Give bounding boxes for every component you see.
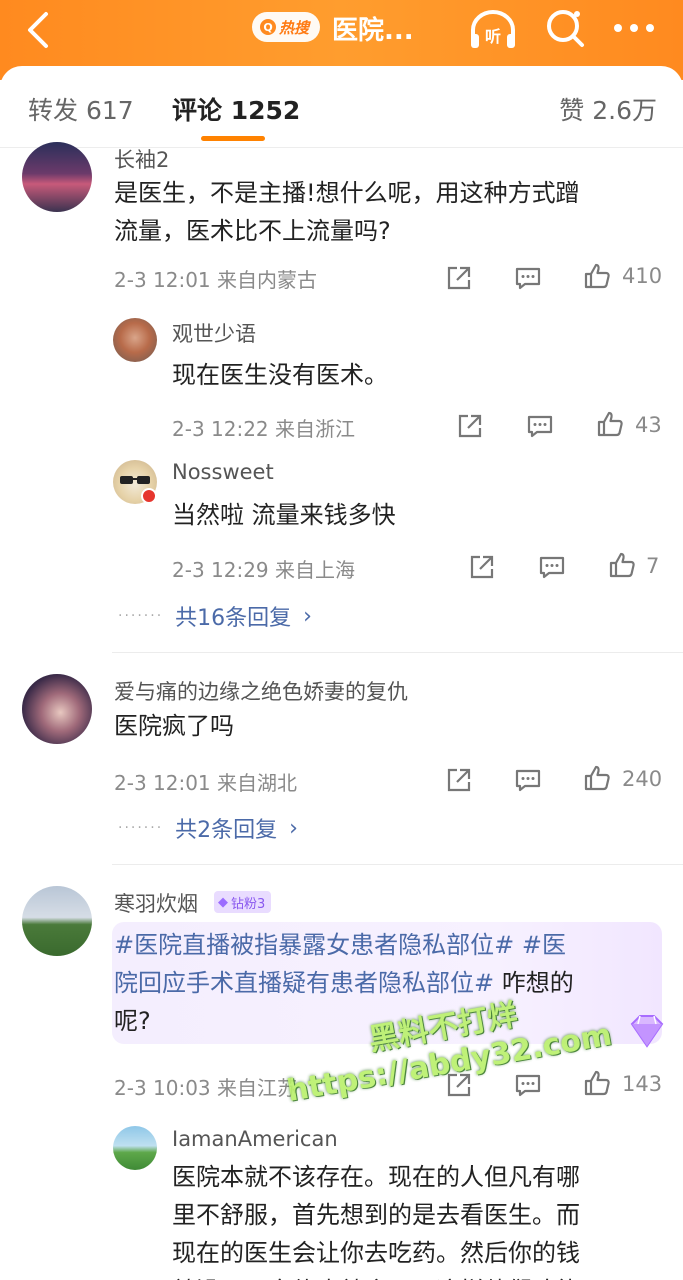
- fan-badge-label: 钻粉3: [231, 896, 266, 912]
- comment-username[interactable]: 爱与痛的边缘之绝色娇妻的复仇: [114, 676, 408, 706]
- reply-text: 现在医生没有医术。: [172, 361, 388, 389]
- dotted-line: ·······: [118, 608, 164, 624]
- like-thumb-icon[interactable]: [583, 764, 611, 792]
- reply-meta: 2-3 12:29 来自上海: [172, 558, 356, 582]
- like-count: 43: [635, 413, 662, 437]
- like-thumb-icon[interactable]: [583, 262, 611, 290]
- avatar[interactable]: [22, 142, 92, 212]
- avatar[interactable]: [22, 886, 92, 956]
- sunglasses-icon: [120, 476, 150, 484]
- reply-icon[interactable]: [514, 766, 542, 794]
- reply-icon[interactable]: [526, 412, 554, 440]
- more-replies-label: 共16条回复: [175, 606, 292, 631]
- hashtag-link[interactable]: #医院直播被指暴露女患者隐私部位#: [114, 931, 514, 959]
- comment-text: 是医生，不是主播!想什么呢，用这种方式蹭 流量，医术比不上流量吗?: [114, 174, 580, 250]
- search-small-icon: Q: [260, 19, 276, 35]
- diamond-decoration-icon: [630, 1015, 664, 1048]
- dotted-line: ·······: [118, 820, 164, 836]
- reply-text: 医院本就不该存在。现在的人但凡有哪 里不舒服，首先想到的是去看医生。而 现在的医…: [172, 1158, 580, 1280]
- reply-username[interactable]: 观世少语: [172, 318, 256, 348]
- divider: [112, 864, 683, 865]
- svg-text:听: 听: [485, 27, 501, 46]
- comment-username[interactable]: 长袖2: [114, 144, 169, 174]
- reply-icon[interactable]: [514, 264, 542, 292]
- fan-level-badge: ◆ 钻粉3: [214, 891, 272, 913]
- comment-text-line: #医院直播被指暴露女患者隐私部位# #医: [114, 926, 574, 964]
- reply-username[interactable]: IamanAmerican: [172, 1127, 338, 1151]
- tab-bar: 转发 617 评论 1252 赞 2.6万: [0, 66, 683, 148]
- hot-search-label: 热搜: [279, 18, 310, 37]
- tab-repost[interactable]: 转发 617: [28, 91, 134, 127]
- diamond-icon: ◆: [218, 894, 228, 910]
- like-count: 410: [622, 264, 663, 288]
- more-options-icon[interactable]: [612, 18, 656, 38]
- reply-icon[interactable]: [538, 553, 566, 581]
- hot-search-badge[interactable]: Q 热搜: [252, 12, 320, 42]
- active-tab-indicator: [201, 136, 265, 141]
- share-icon[interactable]: [445, 766, 473, 794]
- reply-text-line: 现在的医生会让你去吃药。然后你的钱: [172, 1239, 580, 1267]
- like-thumb-icon[interactable]: [608, 551, 636, 579]
- hashtag-link[interactable]: #医: [514, 931, 566, 959]
- tab-likes[interactable]: 赞 2.6万: [559, 91, 657, 127]
- comment-text: 医院疯了吗: [114, 712, 234, 740]
- reply-text: 当然啦 流量来钱多快: [172, 501, 396, 529]
- like-count: 143: [622, 1072, 663, 1096]
- back-arrow-icon[interactable]: [22, 10, 54, 50]
- comment-meta: 2-3 10:03 来自江苏: [114, 1076, 298, 1100]
- reply-meta: 2-3 12:22 来自浙江: [172, 417, 356, 441]
- comment-text-line: 流量，医术比不上流量吗?: [114, 217, 391, 245]
- more-replies-label: 共2条回复: [175, 818, 278, 843]
- listen-headphones-icon[interactable]: 听: [468, 8, 518, 52]
- tab-comments[interactable]: 评论 1252: [172, 91, 300, 127]
- like-count: 240: [622, 767, 663, 791]
- reply-text-line: 医院本就不该存在。现在的人但凡有哪: [172, 1163, 580, 1191]
- verified-badge-icon: [141, 488, 157, 504]
- comment-meta: 2-3 12:01 来自内蒙古: [114, 268, 318, 292]
- chevron-right-icon: ›: [289, 815, 298, 841]
- like-thumb-icon[interactable]: [596, 410, 624, 438]
- more-replies-link[interactable]: ······· 共2条回复 ›: [118, 812, 298, 844]
- page-title[interactable]: 医院...: [332, 10, 414, 47]
- avatar[interactable]: [113, 1126, 157, 1170]
- share-icon[interactable]: [468, 553, 496, 581]
- comment-text-line: 是医生，不是主播!想什么呢，用这种方式蹭: [114, 179, 580, 207]
- share-icon[interactable]: [456, 412, 484, 440]
- avatar[interactable]: [113, 318, 157, 362]
- comment-meta: 2-3 12:01 来自湖北: [114, 771, 298, 795]
- comment-text-line: 院回应手术直播疑有患者隐私部位# 咋想的: [114, 964, 574, 1002]
- like-thumb-icon[interactable]: [583, 1069, 611, 1097]
- like-count: 7: [646, 554, 660, 578]
- avatar[interactable]: [22, 674, 92, 744]
- divider: [112, 652, 683, 653]
- comment-username[interactable]: 寒羽炊烟: [114, 888, 198, 918]
- reply-username[interactable]: Nossweet: [172, 460, 274, 484]
- reply-icon[interactable]: [514, 1071, 542, 1099]
- search-icon[interactable]: [544, 6, 588, 50]
- chevron-right-icon: ›: [303, 603, 312, 629]
- more-replies-link[interactable]: ······· 共16条回复 ›: [118, 600, 312, 632]
- hashtag-link[interactable]: 院回应手术直播疑有患者隐私部位#: [114, 969, 494, 997]
- reply-text-line: 就没了，身体也就废了，这样他们才能: [172, 1272, 580, 1280]
- reply-text-line: 里不舒服，首先想到的是去看医生。而: [172, 1201, 580, 1229]
- share-icon[interactable]: [445, 264, 473, 292]
